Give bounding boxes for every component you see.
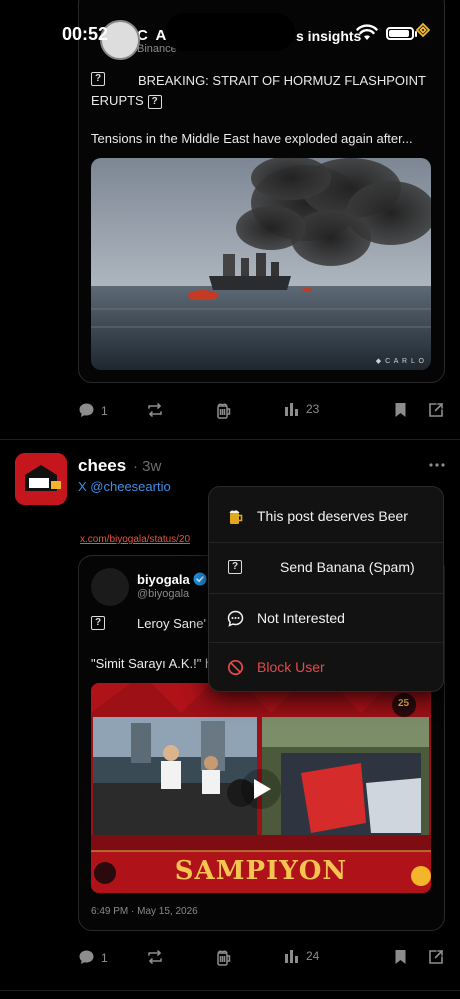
post-time: · 3w — [133, 458, 162, 475]
unknown-glyph-icon: ? — [91, 72, 105, 86]
beer-icon — [229, 510, 243, 524]
views-count: 23 — [306, 402, 320, 416]
author-avatar[interactable] — [15, 453, 67, 505]
quoted-text-line2: "Simit Sarayı A.K.!" h — [91, 656, 213, 671]
image-watermark: ◆ C A R L O — [375, 358, 425, 365]
block-icon — [227, 659, 244, 676]
repost-icon — [148, 403, 162, 417]
beer-button[interactable] — [216, 949, 232, 967]
unknown-glyph-icon: ? — [147, 94, 162, 109]
quoted-author-avatar[interactable] — [91, 568, 129, 606]
share-icon — [429, 403, 443, 417]
post-divider — [0, 990, 460, 991]
views-count: 24 — [306, 949, 320, 963]
quoted-author-name[interactable]: biyogala — [137, 572, 190, 587]
reply-button[interactable]: 1 — [78, 402, 108, 419]
comment-icon — [79, 403, 94, 417]
comment-icon — [79, 950, 94, 964]
battery-icon — [386, 27, 414, 40]
bookmark-icon — [395, 403, 406, 417]
menu-item-banana[interactable]: ? Send Banana (Spam) — [209, 542, 443, 592]
video-thumbnail[interactable]: SAMPIYON 25 — [91, 683, 431, 893]
menu-item-label: This post deserves Beer — [257, 508, 408, 524]
beer-mug-icon — [217, 950, 231, 966]
quoted-timestamp: 6:49 PM · May 15, 2026 — [91, 906, 198, 917]
verified-badge-icon — [193, 572, 207, 586]
post-options-menu: This post deserves Beer ? Send Banana (S… — [208, 486, 444, 692]
post-divider — [0, 439, 460, 440]
quoted-text-line1: Leroy Sane' — [137, 616, 206, 631]
post-actions: 1 23 — [78, 402, 448, 422]
menu-item-label: Block User — [257, 659, 325, 675]
bookmark-icon — [395, 950, 406, 964]
views-button[interactable]: 24 — [284, 949, 319, 963]
video-banner-text: SAMPIYON — [174, 856, 348, 886]
burning-ship-image — [91, 158, 431, 370]
post-body: Tensions in the Middle East have explode… — [91, 131, 413, 146]
views-chart-icon — [285, 403, 298, 416]
menu-item-beer[interactable]: This post deserves Beer — [209, 491, 443, 541]
dynamic-island — [165, 13, 295, 51]
views-chart-icon — [285, 950, 298, 963]
menu-item-not-interested[interactable]: Not Interested — [209, 593, 443, 643]
headline-line2: ERUPTS? — [91, 91, 162, 111]
clock: 00:52 — [62, 24, 109, 44]
repost-button[interactable] — [146, 402, 164, 418]
headline-text: BREAKING: STRAIT OF HORMUZ FLASHPOINT — [138, 73, 426, 88]
reply-count: 1 — [101, 403, 108, 418]
bookmark-button[interactable] — [394, 402, 407, 418]
beer-mug-icon — [217, 403, 231, 419]
cheese-art-logo — [15, 453, 67, 505]
post-actions: 1 24 — [78, 949, 448, 969]
post-image[interactable]: ◆ C A R L O — [91, 158, 431, 370]
anniversary-badge-text: 25 — [398, 698, 410, 709]
beer-button[interactable] — [216, 402, 232, 420]
quoted-author-handle: @biyogala — [137, 588, 190, 600]
chat-dots-icon — [227, 610, 244, 627]
reply-button[interactable]: 1 — [78, 949, 108, 966]
bookmark-button[interactable] — [394, 949, 407, 965]
author-name[interactable]: chees — [78, 456, 126, 476]
unknown-glyph-icon: ? — [91, 616, 105, 630]
share-button[interactable] — [428, 402, 444, 418]
status-bar: 00:52 — [0, 0, 460, 70]
repost-icon — [148, 950, 162, 964]
views-button[interactable]: 23 — [284, 402, 319, 416]
headline-text-line2: ERUPTS — [91, 93, 144, 108]
share-button[interactable] — [428, 949, 444, 965]
menu-item-label: Not Interested — [257, 610, 345, 626]
more-options-icon[interactable] — [429, 463, 445, 467]
repost-button[interactable] — [146, 949, 164, 965]
unknown-glyph-icon: ? — [228, 560, 242, 574]
reply-count: 1 — [101, 950, 108, 965]
share-icon — [429, 950, 443, 964]
binance-icon — [416, 23, 430, 37]
post-link[interactable]: x.com/biyogala/status/20 — [80, 534, 210, 545]
wifi-icon — [356, 24, 378, 40]
menu-item-label: Send Banana (Spam) — [280, 559, 415, 575]
author-handle[interactable]: X @cheeseartio — [78, 479, 171, 494]
menu-item-block-user[interactable]: Block User — [209, 642, 443, 691]
